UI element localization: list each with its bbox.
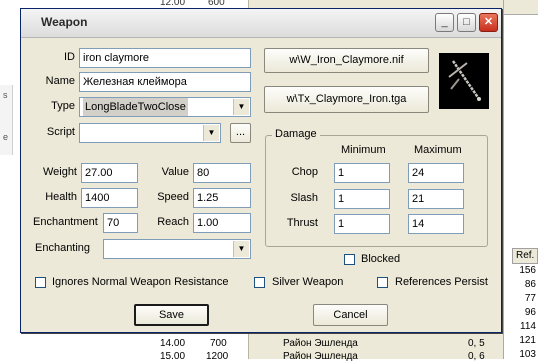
- enchanting-label: Enchanting: [35, 242, 91, 254]
- minimize-button[interactable]: _: [435, 13, 454, 32]
- speed-field[interactable]: 1.25: [193, 188, 251, 208]
- silver-weapon-checkbox[interactable]: [254, 277, 265, 288]
- background-left-marks: s e: [3, 90, 9, 142]
- enchanting-dropdown[interactable]: ▼: [103, 239, 251, 259]
- thrust-min-field[interactable]: 1: [334, 214, 390, 234]
- maximize-button[interactable]: □: [457, 13, 476, 32]
- background-row-name: Район Эшленда: [283, 351, 358, 362]
- id-field[interactable]: iron claymore: [79, 48, 251, 68]
- reach-field[interactable]: 1.00: [193, 213, 251, 233]
- blocked-checkbox[interactable]: [344, 254, 355, 265]
- chevron-down-icon[interactable]: ▼: [233, 99, 249, 115]
- value-label: Value: [161, 166, 189, 178]
- close-button[interactable]: ✕: [479, 13, 498, 32]
- value-field[interactable]: 80: [193, 163, 251, 183]
- slash-max-field[interactable]: 21: [408, 189, 464, 209]
- weapon-dialog: Weapon _ □ ✕ ID iron claymore Name Желез…: [20, 8, 502, 333]
- background-row-b: 700: [210, 338, 227, 349]
- weapon-preview-image: [439, 53, 489, 109]
- background-row-val: 0, 5: [468, 338, 485, 349]
- reach-label: Reach: [157, 216, 189, 228]
- chop-label: Chop: [291, 166, 318, 178]
- id-label: ID: [64, 51, 75, 63]
- slash-label: Slash: [290, 192, 318, 204]
- background-row-b: 1200: [206, 351, 229, 362]
- weight-field[interactable]: 27.00: [81, 163, 138, 183]
- enchantment-label: Enchantment: [33, 216, 98, 228]
- type-value: LongBladeTwoClose: [83, 98, 188, 116]
- chevron-down-icon[interactable]: ▼: [203, 125, 219, 141]
- name-label: Name: [45, 75, 75, 87]
- background-ref-column: 156 86 77 96 114 121 103: [519, 265, 536, 360]
- name-field[interactable]: Железная клеймора: [79, 72, 251, 92]
- speed-label: Speed: [157, 191, 189, 203]
- type-dropdown[interactable]: LongBladeTwoClose ▼: [79, 97, 251, 117]
- save-button[interactable]: Save: [134, 304, 209, 326]
- background-row-a: 15.00: [160, 351, 186, 362]
- claymore-icon: [448, 60, 481, 101]
- silver-weapon-label: Silver Weapon: [272, 276, 344, 288]
- background-ref-header[interactable]: Ref.: [512, 248, 538, 264]
- damage-legend: Damage: [272, 128, 320, 140]
- chop-max-field[interactable]: 24: [408, 163, 464, 183]
- blocked-label: Blocked: [361, 253, 401, 265]
- icon-file-button[interactable]: w\Tx_Claymore_Iron.tga: [264, 86, 429, 113]
- background-row-a: 14.00: [160, 338, 186, 349]
- window-title: Weapon: [41, 15, 88, 29]
- minimum-header: Minimum: [341, 144, 386, 156]
- references-persist-checkbox[interactable]: [377, 277, 388, 288]
- references-persist-label: References Persist: [395, 276, 488, 288]
- script-label: Script: [46, 126, 75, 138]
- chevron-down-icon[interactable]: ▼: [233, 241, 249, 257]
- health-field[interactable]: 1400: [81, 188, 138, 208]
- background-row-name: Район Эшленда: [283, 338, 358, 349]
- weight-label: Weight: [42, 166, 77, 178]
- maximum-header: Maximum: [414, 144, 462, 156]
- script-browse-button[interactable]: ...: [230, 123, 251, 143]
- type-label: Type: [51, 100, 75, 112]
- ignores-resistance-checkbox[interactable]: [35, 277, 46, 288]
- chop-min-field[interactable]: 1: [334, 163, 390, 183]
- ignores-resistance-label: Ignores Normal Weapon Resistance: [52, 276, 229, 288]
- enchantment-field[interactable]: 70: [103, 213, 138, 233]
- title-bar[interactable]: Weapon _ □ ✕: [21, 9, 501, 38]
- slash-min-field[interactable]: 1: [334, 189, 390, 209]
- health-label: Health: [45, 191, 77, 203]
- cancel-button[interactable]: Cancel: [313, 304, 388, 326]
- mesh-file-button[interactable]: w\W_Iron_Claymore.nif: [264, 48, 429, 73]
- damage-group: Damage Minimum Maximum Chop 1 24 Slash 1…: [265, 128, 488, 247]
- background-row-val: 0, 6: [468, 351, 485, 362]
- thrust-label: Thrust: [286, 217, 318, 229]
- script-dropdown[interactable]: ▼: [79, 123, 221, 143]
- thrust-max-field[interactable]: 14: [408, 214, 464, 234]
